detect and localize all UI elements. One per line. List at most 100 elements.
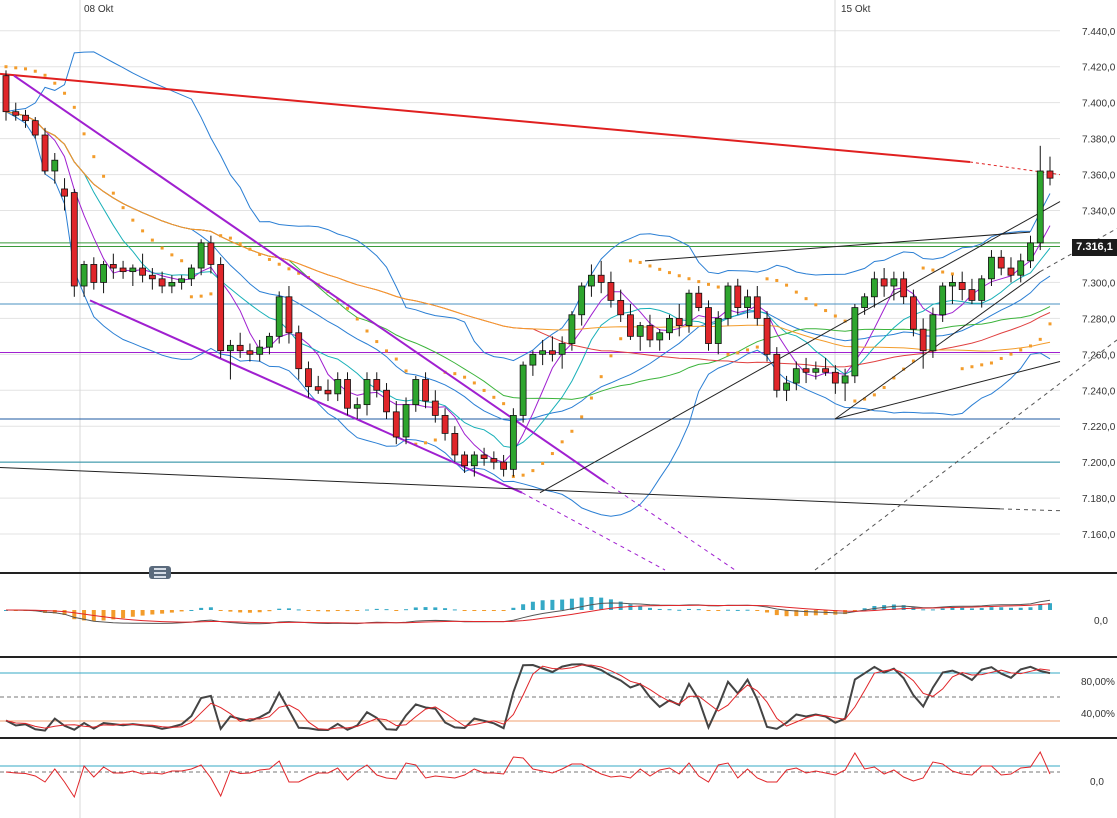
sar-dot — [1019, 348, 1023, 352]
macd-histogram-bar — [726, 609, 731, 611]
sar-dot — [931, 268, 935, 272]
candle-down — [910, 296, 917, 330]
macd-histogram-bar — [765, 610, 770, 613]
candle-up — [80, 264, 88, 287]
candle-up — [402, 404, 410, 438]
macd-histogram-bar — [930, 609, 935, 611]
macd-histogram-bar — [774, 610, 779, 616]
candle-down — [490, 458, 498, 463]
sar-dot — [33, 69, 37, 73]
price-tick-label: 7.280,0 — [1082, 314, 1116, 325]
macd-histogram-bar — [433, 607, 438, 610]
price-tick-label: 7.380,0 — [1082, 135, 1116, 146]
macd-histogram-bar — [716, 610, 721, 611]
sar-dot — [921, 266, 925, 270]
sar-dot — [258, 252, 262, 256]
candle-up — [363, 379, 371, 406]
candle-down — [422, 379, 429, 402]
candle-up — [519, 364, 527, 416]
candle-down — [802, 368, 810, 373]
sar-dot — [853, 399, 857, 403]
sar-dot — [550, 452, 554, 456]
candle-down — [607, 282, 615, 301]
stoch-40-label: 40,00% — [1081, 709, 1115, 720]
sar-dot — [580, 415, 584, 419]
macd-histogram-bar — [394, 610, 399, 611]
panel-resize-handle[interactable] — [149, 566, 171, 579]
price-axis: 7.440,0 7.420,0 7.400,0 7.380,0 7.360,0 7.340… — [1082, 27, 1116, 541]
wedge-extension — [814, 339, 1117, 571]
macd-histogram-bar — [257, 610, 262, 613]
macd-histogram-bar — [140, 610, 145, 616]
candle-down — [461, 454, 468, 467]
sar-dot — [785, 283, 789, 287]
sar-dot — [375, 340, 379, 344]
candle-down — [763, 317, 771, 355]
candle-up — [187, 267, 195, 280]
macd-zero-label: 0,0 — [1094, 616, 1108, 627]
sar-dot — [521, 473, 525, 477]
sar-dot — [638, 260, 642, 264]
macd-histogram-bar — [979, 608, 984, 610]
candle-up — [929, 314, 937, 352]
support-line — [0, 467, 1001, 510]
sar-dot — [560, 440, 564, 444]
sar-dot — [755, 345, 759, 349]
macd-histogram-bar — [550, 599, 555, 610]
candle-down — [695, 292, 703, 308]
price-tick-label: 7.400,0 — [1082, 99, 1116, 110]
macd-histogram-bar — [628, 604, 633, 610]
sar-dot — [589, 396, 593, 400]
sar-dot — [463, 375, 467, 379]
sar-dot — [209, 292, 213, 296]
candle-up — [890, 278, 898, 287]
candle-down — [295, 332, 303, 370]
sar-dot — [775, 278, 779, 282]
macd-histogram-bar — [179, 610, 184, 612]
macd-histogram-bar — [686, 608, 691, 610]
candle-down — [480, 454, 488, 459]
sar-dot — [267, 257, 271, 261]
macd-histogram-bar — [540, 600, 545, 610]
candle-up — [1036, 170, 1044, 244]
sar-dot — [385, 349, 389, 353]
candle-down — [392, 411, 400, 438]
candle-up — [939, 285, 947, 316]
candle-down — [90, 264, 98, 283]
sar-dot — [502, 402, 506, 406]
candle-down — [451, 432, 459, 456]
candle-down — [383, 389, 390, 413]
macd-histogram-bar — [316, 610, 321, 612]
macd-histogram-bar — [365, 609, 370, 611]
sub-panels — [0, 572, 1117, 799]
macd-histogram-bar — [647, 607, 652, 610]
macd-histogram-bar — [335, 610, 340, 611]
sar-dot — [697, 280, 701, 284]
sar-dot — [219, 234, 223, 238]
sar-dot — [726, 352, 730, 356]
candle-up — [851, 307, 859, 377]
macd-histogram-bar — [150, 610, 155, 615]
channel-lower-extension — [521, 492, 666, 571]
macd-histogram-bar — [921, 609, 926, 611]
candle-up — [714, 317, 722, 344]
candle-down — [1046, 170, 1054, 179]
candle-up — [870, 278, 878, 298]
price-tick-label: 7.420,0 — [1082, 63, 1116, 74]
resistance-trendline — [0, 72, 971, 163]
macd-histogram-bar — [813, 610, 818, 616]
sar-dot — [24, 67, 28, 71]
candle-up — [1017, 260, 1025, 276]
sar-dot — [141, 229, 145, 233]
candle-down — [158, 278, 166, 287]
candle-down — [2, 75, 10, 113]
price-tick-label: 7.340,0 — [1082, 207, 1116, 218]
candle-down — [705, 307, 712, 344]
candle-down — [148, 274, 156, 280]
sar-dot — [43, 73, 47, 77]
price-tick-label: 7.360,0 — [1082, 171, 1116, 182]
candle-up — [197, 242, 205, 269]
candle-down — [431, 400, 439, 416]
macd-histogram-bar — [306, 610, 311, 611]
candle-down — [627, 314, 634, 337]
